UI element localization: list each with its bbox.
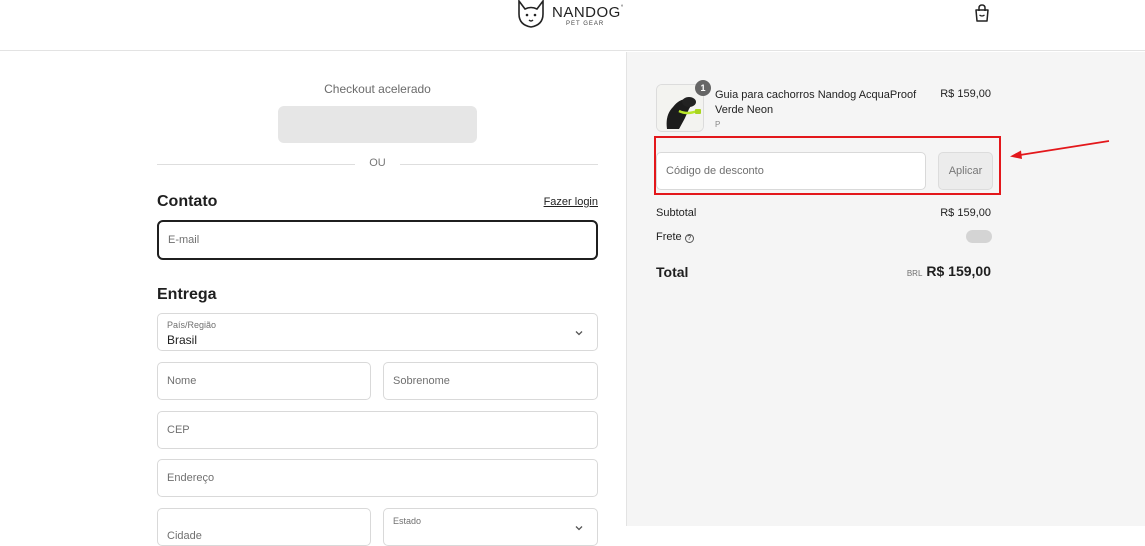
shipping-placeholder-pill <box>966 230 992 243</box>
checkout-form: Checkout acelerado OU Contato Fazer logi… <box>0 52 626 546</box>
email-input[interactable] <box>159 222 596 258</box>
order-summary: 1 Guia para cachorros Nandog AcquaProof … <box>626 52 1145 526</box>
shipping-label: Frete <box>656 231 682 243</box>
total-value: R$ 159,00 <box>926 263 991 279</box>
brand-tagline: PET GEAR <box>566 21 605 27</box>
address-input[interactable] <box>158 460 597 496</box>
delivery-title: Entrega <box>157 286 217 303</box>
address-field[interactable] <box>157 459 598 497</box>
country-value: Brasil <box>167 333 198 347</box>
city-field[interactable] <box>157 508 371 546</box>
help-icon[interactable]: ? <box>684 234 694 243</box>
shopping-bag-icon[interactable] <box>972 3 992 23</box>
state-select[interactable]: Estado <box>383 508 598 546</box>
quantity-badge: 1 <box>695 80 711 96</box>
first-name-field[interactable] <box>157 362 371 400</box>
product-price: R$ 159,00 <box>940 88 991 100</box>
brand-mark: ° <box>620 5 624 11</box>
dog-logo-icon <box>518 0 544 28</box>
state-label: Estado <box>393 516 422 526</box>
shipping-row: Frete? <box>656 231 694 243</box>
or-divider: OU <box>157 156 598 172</box>
zip-field[interactable] <box>157 411 598 449</box>
total-value-row: BRL R$ 159,00 <box>907 263 991 279</box>
annotation-arrow-icon <box>1010 140 1110 159</box>
brand-logo[interactable]: NANDOG° PET GEAR <box>516 0 624 30</box>
city-input[interactable] <box>158 509 370 545</box>
last-name-field[interactable] <box>383 362 598 400</box>
contact-title: Contato <box>157 193 218 210</box>
subtotal-label: Subtotal <box>656 207 697 219</box>
country-select[interactable]: País/Região Brasil <box>157 313 598 351</box>
product-variant: P <box>715 120 721 129</box>
header: NANDOG° PET GEAR <box>0 0 1145 51</box>
first-name-input[interactable] <box>158 363 370 399</box>
total-label: Total <box>656 264 689 280</box>
annotation-highlight-box <box>654 136 1001 195</box>
chevron-down-icon <box>575 331 583 336</box>
last-name-input[interactable] <box>384 363 597 399</box>
divider-text: OU <box>369 157 386 169</box>
zip-input[interactable] <box>158 412 597 448</box>
brand-name: NANDOG° <box>552 4 624 21</box>
login-link[interactable]: Fazer login <box>530 196 598 208</box>
express-checkout-label: Checkout acelerado <box>324 82 431 96</box>
total-currency: BRL <box>906 269 923 278</box>
express-checkout-button[interactable] <box>278 106 477 143</box>
email-field[interactable] <box>157 220 598 260</box>
country-label: País/Região <box>167 320 217 330</box>
product-name: Guia para cachorros Nandog AcquaProof Ve… <box>715 89 917 116</box>
subtotal-value: R$ 159,00 <box>940 207 991 219</box>
chevron-down-icon <box>575 526 583 531</box>
